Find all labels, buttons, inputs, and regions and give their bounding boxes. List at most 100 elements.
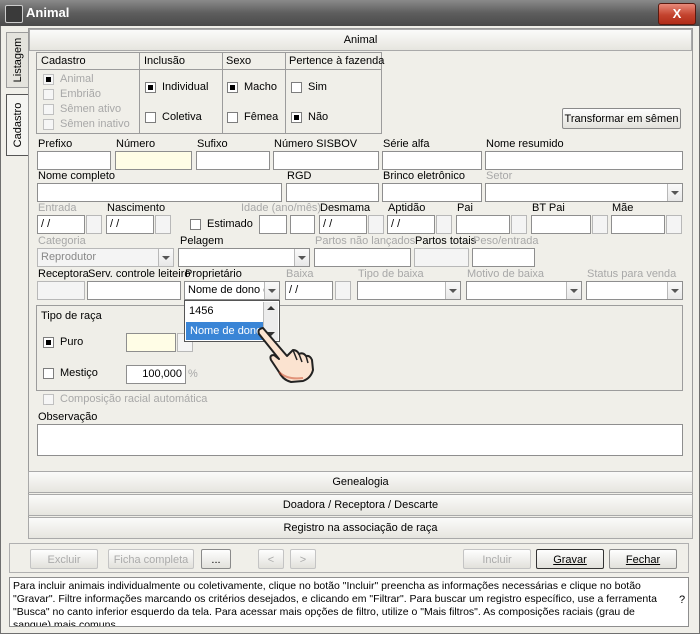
tab-cadastro[interactable]: Cadastro bbox=[6, 94, 28, 156]
sexo-femea-label: Fêmea bbox=[244, 111, 279, 123]
brinco-input[interactable] bbox=[382, 183, 482, 202]
nascimento-input[interactable]: / / bbox=[106, 215, 154, 234]
close-button[interactable]: X bbox=[658, 3, 696, 25]
scroll-up-icon[interactable] bbox=[267, 306, 275, 310]
cadastro-semen-inativo-checkbox[interactable] bbox=[43, 119, 54, 130]
bt-pai-input[interactable] bbox=[531, 215, 591, 234]
nome-resumido-input[interactable] bbox=[485, 151, 683, 170]
mestico-label: Mestiço bbox=[60, 367, 98, 379]
mae-lookup[interactable] bbox=[666, 215, 682, 234]
serv-controle-input[interactable] bbox=[87, 281, 181, 300]
sexo-macho-checkbox[interactable] bbox=[227, 82, 238, 93]
composicao-checkbox[interactable] bbox=[43, 394, 54, 405]
estimado-checkbox[interactable] bbox=[190, 219, 201, 230]
estimado-label: Estimado bbox=[207, 218, 253, 230]
aptidao-input[interactable]: / / bbox=[387, 215, 435, 234]
puro-label: Puro bbox=[60, 336, 84, 348]
status-venda-label: Status para venda bbox=[587, 268, 677, 280]
aptidao-calendar[interactable] bbox=[436, 215, 452, 234]
idade-mes-input[interactable] bbox=[290, 215, 315, 234]
cadastro-semen-ativo-label: Sêmen ativo bbox=[60, 103, 122, 115]
serv-controle-label: Serv. controle leiteiro bbox=[88, 268, 191, 280]
nome-completo-input[interactable] bbox=[37, 183, 282, 202]
dropdown-item-nome-de-dono[interactable]: Nome de dono bbox=[186, 322, 263, 340]
transformar-semen-button[interactable]: Transformar em sêmen bbox=[562, 108, 681, 129]
desmama-calendar[interactable] bbox=[368, 215, 384, 234]
prev-button[interactable]: < bbox=[258, 549, 284, 569]
section-header-animal[interactable]: Animal bbox=[29, 29, 692, 51]
section-doadora[interactable]: Doadora / Receptora / Descarte bbox=[28, 494, 693, 516]
serie-alfa-input[interactable] bbox=[382, 151, 482, 170]
motivo-baixa-select[interactable] bbox=[466, 281, 582, 300]
app-icon bbox=[5, 5, 23, 23]
prefixo-input[interactable] bbox=[37, 151, 111, 170]
ficha-completa-button[interactable]: Ficha completa bbox=[108, 549, 194, 569]
baixa-input[interactable]: / / bbox=[285, 281, 333, 300]
bt-pai-lookup[interactable] bbox=[592, 215, 608, 234]
chevron-down-icon bbox=[667, 282, 682, 299]
entrada-label: Entrada bbox=[38, 202, 77, 214]
incluir-button[interactable]: Incluir bbox=[463, 549, 531, 569]
serie-alfa-label: Série alfa bbox=[383, 138, 430, 150]
partos-totais-input[interactable] bbox=[414, 248, 469, 267]
chevron-down-icon bbox=[667, 184, 682, 201]
puro-raca-input[interactable] bbox=[126, 333, 176, 352]
section-genealogia[interactable]: Genealogia bbox=[28, 471, 693, 493]
cadastro-semen-ativo-checkbox[interactable] bbox=[43, 104, 54, 115]
inclusao-individual-checkbox[interactable] bbox=[145, 82, 156, 93]
baixa-calendar[interactable] bbox=[335, 281, 351, 300]
observacao-textarea[interactable] bbox=[37, 424, 683, 456]
pelagem-select[interactable] bbox=[178, 248, 310, 267]
options-divider bbox=[36, 69, 382, 70]
dropdown-item-1456[interactable]: 1456 bbox=[189, 305, 213, 317]
excluir-button[interactable]: Excluir bbox=[30, 549, 98, 569]
section-registro-associacao[interactable]: Registro na associação de raça bbox=[28, 517, 693, 539]
help-question-icon[interactable]: ? bbox=[679, 594, 685, 606]
cadastro-animal-checkbox[interactable] bbox=[43, 74, 54, 85]
pertence-sim-checkbox[interactable] bbox=[291, 82, 302, 93]
rgd-label: RGD bbox=[287, 170, 312, 182]
status-venda-select[interactable] bbox=[586, 281, 683, 300]
cadastro-embriao-checkbox[interactable] bbox=[43, 89, 54, 100]
puro-checkbox[interactable] bbox=[43, 337, 54, 348]
setor-select[interactable] bbox=[485, 183, 683, 202]
tipo-raca-title: Tipo de raça bbox=[41, 310, 102, 322]
more-button[interactable]: ... bbox=[201, 549, 231, 569]
brinco-label: Brinco eletrônico bbox=[383, 170, 465, 182]
tab-cadastro-label: Cadastro bbox=[11, 102, 24, 148]
desmama-input[interactable]: / / bbox=[319, 215, 367, 234]
title-bar[interactable]: Animal X bbox=[0, 0, 700, 26]
gravar-button[interactable]: Gravar bbox=[536, 549, 604, 569]
tab-listagem[interactable]: Listagem bbox=[6, 32, 28, 88]
categoria-select[interactable]: Reprodutor bbox=[37, 248, 174, 267]
partos-nao-lancados-input[interactable] bbox=[314, 248, 411, 267]
mae-input[interactable] bbox=[611, 215, 665, 234]
numero-input[interactable] bbox=[115, 151, 192, 170]
window-title: Animal bbox=[26, 5, 70, 20]
pertence-nao-checkbox[interactable] bbox=[291, 112, 302, 123]
pai-lookup[interactable] bbox=[511, 215, 527, 234]
sexo-femea-checkbox[interactable] bbox=[227, 112, 238, 123]
nascimento-calendar[interactable] bbox=[155, 215, 171, 234]
pelagem-label: Pelagem bbox=[180, 235, 224, 247]
sufixo-input[interactable] bbox=[196, 151, 270, 170]
mestico-percent-input[interactable]: 100,000 bbox=[126, 365, 186, 384]
proprietario-select[interactable]: Nome de dono de bbox=[184, 281, 280, 300]
peso-entrada-input[interactable] bbox=[472, 248, 535, 267]
receptora-input[interactable] bbox=[37, 281, 85, 300]
nome-completo-label: Nome completo bbox=[38, 170, 116, 182]
pai-input[interactable] bbox=[456, 215, 510, 234]
idade-ano-input[interactable] bbox=[259, 215, 287, 234]
fechar-button[interactable]: Fechar bbox=[609, 549, 677, 569]
mestico-checkbox[interactable] bbox=[43, 368, 54, 379]
tipo-baixa-select[interactable] bbox=[357, 281, 461, 300]
entrada-input[interactable]: / / bbox=[37, 215, 85, 234]
rgd-input[interactable] bbox=[286, 183, 379, 202]
sisbov-input[interactable] bbox=[273, 151, 379, 170]
next-button[interactable]: > bbox=[290, 549, 316, 569]
cadastro-embriao-label: Embrião bbox=[60, 88, 101, 100]
inclusao-coletiva-checkbox[interactable] bbox=[145, 112, 156, 123]
chevron-down-icon bbox=[566, 282, 581, 299]
entrada-calendar[interactable] bbox=[86, 215, 102, 234]
proprietario-value: Nome de dono de bbox=[188, 284, 276, 296]
